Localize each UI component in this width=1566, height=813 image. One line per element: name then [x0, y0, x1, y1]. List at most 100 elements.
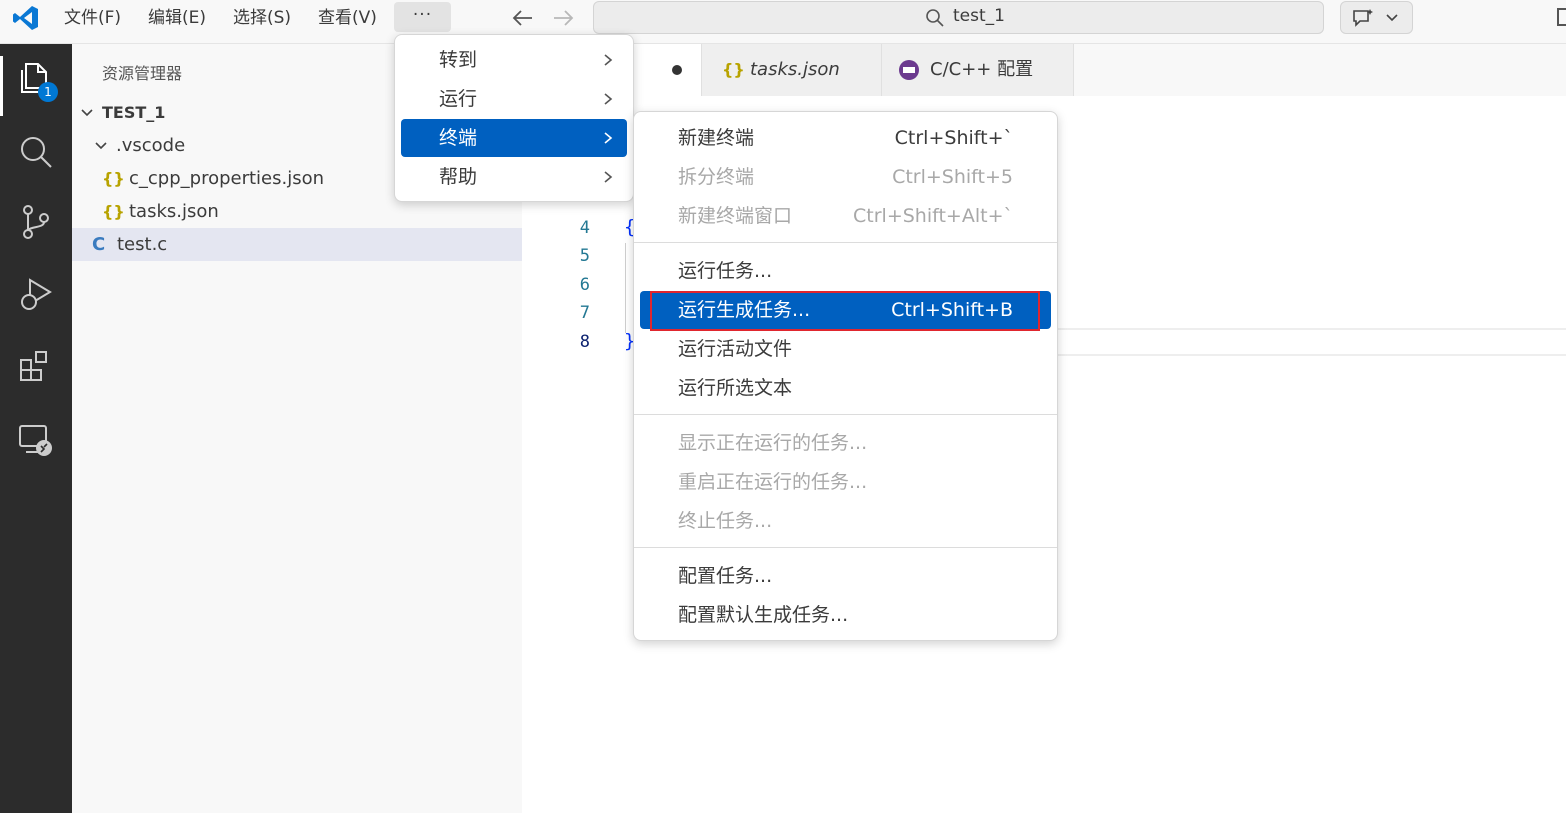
search-icon	[926, 9, 944, 27]
menu-new-terminal[interactable]: 新建终端 Ctrl+Shift+`	[640, 119, 1051, 157]
file-test-c[interactable]: C test.c	[72, 228, 522, 261]
chevron-down-icon	[95, 142, 107, 150]
remote-explorer-button[interactable]	[16, 420, 56, 460]
remote-explorer-icon	[19, 425, 52, 456]
line-number-current: 8	[579, 332, 590, 352]
copilot-chat-button[interactable]	[1340, 1, 1413, 34]
menu-split-terminal[interactable]: 拆分终端 Ctrl+Shift+5	[640, 158, 1051, 196]
cpp-extension-icon	[899, 60, 919, 80]
menu-item-label: 运行所选文本	[678, 377, 793, 399]
tab-label: tasks.json	[750, 59, 840, 80]
menu-shortcut: Ctrl+Shift+B	[891, 299, 1013, 321]
json-file-icon: {}	[722, 60, 745, 79]
tab-test-c-dirty[interactable]	[632, 44, 702, 96]
more-menus-button[interactable]: ···	[394, 2, 451, 32]
menu-edit[interactable]: 编辑(E)	[148, 6, 206, 30]
menu-item-label: 运行活动文件	[678, 338, 793, 360]
file-name: test.c	[117, 234, 168, 255]
chevron-down-icon	[81, 109, 93, 117]
back-arrow-icon[interactable]	[512, 8, 534, 28]
folder-name: .vscode	[116, 135, 186, 156]
extensions-button[interactable]	[16, 346, 56, 386]
vscode-logo-icon	[13, 6, 38, 30]
explorer-badge: 1	[38, 82, 58, 102]
explorer-button[interactable]: 1	[16, 58, 58, 102]
menu-shortcut: Ctrl+Shift+Alt+`	[853, 205, 1013, 227]
workspace-name: TEST_1	[102, 103, 166, 122]
source-control-icon	[23, 205, 49, 239]
run-debug-icon	[21, 278, 52, 310]
tab-label: C/C++ 配置	[930, 59, 1034, 80]
tab-tasks-json[interactable]: {} tasks.json	[702, 44, 882, 96]
menu-item-label: 运行任务...	[678, 260, 773, 282]
file-name: c_cpp_properties.json	[129, 168, 325, 189]
chevron-right-icon	[604, 93, 613, 105]
line-number: 4	[579, 218, 590, 238]
json-file-icon: {}	[102, 202, 125, 221]
menu-terminate-task[interactable]: 终止任务...	[640, 502, 1051, 540]
menu-run-task[interactable]: 运行任务...	[640, 252, 1051, 290]
menu-item-label: 配置默认生成任务...	[678, 604, 849, 626]
menu-shortcut: Ctrl+Shift+`	[894, 127, 1013, 149]
menu-item-label: 重启正在运行的任务...	[678, 471, 868, 493]
sidebar-title: 资源管理器	[102, 64, 183, 83]
chevron-right-icon	[604, 54, 613, 66]
menu-selection[interactable]: 选择(S)	[233, 6, 291, 30]
menu-item-label: 新建终端	[678, 127, 755, 149]
search-view-button[interactable]	[16, 132, 56, 172]
menu-restart-running-task[interactable]: 重启正在运行的任务...	[640, 463, 1051, 501]
menu-item-help[interactable]: 帮助	[401, 158, 627, 196]
menu-run-build-task[interactable]: 运行生成任务... Ctrl+Shift+B	[640, 291, 1051, 329]
chat-icon	[1353, 9, 1373, 27]
search-text: test_1	[953, 6, 1005, 26]
menu-item-label: 帮助	[439, 166, 478, 188]
chevron-right-icon	[604, 132, 613, 144]
menu-item-label: 终端	[439, 127, 478, 149]
menu-item-goto[interactable]: 转到	[401, 41, 627, 79]
terminal-submenu: 新建终端 Ctrl+Shift+` 拆分终端 Ctrl+Shift+5 新建终端…	[633, 111, 1058, 641]
menu-separator	[634, 414, 1057, 415]
menu-item-label: 终止任务...	[678, 510, 773, 532]
run-debug-button[interactable]	[16, 274, 56, 314]
chevron-right-icon	[604, 171, 613, 183]
menu-configure-tasks[interactable]: 配置任务...	[640, 557, 1051, 595]
indent-guide	[625, 243, 626, 333]
forward-arrow-icon[interactable]	[552, 8, 574, 28]
activity-bar: 1	[0, 44, 72, 813]
menu-item-label: 运行	[439, 88, 478, 110]
search-icon	[21, 137, 52, 168]
title-bar: 文件(F) 编辑(E) 选择(S) 查看(V) ··· test_1	[0, 0, 1566, 44]
editor-tabs: {} tasks.json C/C++ 配置	[522, 44, 1566, 96]
menu-item-label: 显示正在运行的任务...	[678, 432, 868, 454]
menu-separator	[634, 242, 1057, 243]
menu-shortcut: Ctrl+Shift+5	[892, 166, 1013, 188]
menu-item-run[interactable]: 运行	[401, 80, 627, 118]
menu-new-terminal-window[interactable]: 新建终端窗口 Ctrl+Shift+Alt+`	[640, 197, 1051, 235]
menu-file[interactable]: 文件(F)	[64, 6, 121, 30]
active-indicator	[0, 56, 3, 116]
menu-run-active-file[interactable]: 运行活动文件	[640, 330, 1051, 368]
c-file-icon: C	[92, 234, 106, 255]
chevron-down-icon	[1386, 14, 1398, 22]
command-center-search[interactable]: test_1	[593, 1, 1324, 34]
menu-item-label: 转到	[439, 49, 478, 71]
menu-run-selected-text[interactable]: 运行所选文本	[640, 369, 1051, 407]
line-number: 5	[579, 246, 590, 266]
json-file-icon: {}	[102, 169, 125, 188]
extensions-icon	[20, 351, 47, 381]
file-name: tasks.json	[129, 201, 219, 222]
menu-item-label: 拆分终端	[678, 166, 755, 188]
menu-item-terminal[interactable]: 终端	[401, 119, 627, 157]
menu-show-running-tasks[interactable]: 显示正在运行的任务...	[640, 424, 1051, 462]
menu-item-label: 新建终端窗口	[678, 205, 793, 227]
menu-separator	[634, 547, 1057, 548]
menu-view[interactable]: 查看(V)	[318, 6, 377, 30]
menu-configure-default-build-task[interactable]: 配置默认生成任务...	[640, 596, 1051, 634]
source-control-button[interactable]	[16, 202, 56, 242]
line-number: 7	[579, 303, 590, 323]
more-menu: 转到 运行 终端 帮助	[394, 34, 634, 202]
layout-icon[interactable]	[1557, 8, 1566, 26]
unsaved-dot-icon[interactable]	[672, 65, 682, 75]
current-line-highlight	[1057, 328, 1566, 356]
tab-cpp-config[interactable]: C/C++ 配置	[882, 44, 1074, 96]
